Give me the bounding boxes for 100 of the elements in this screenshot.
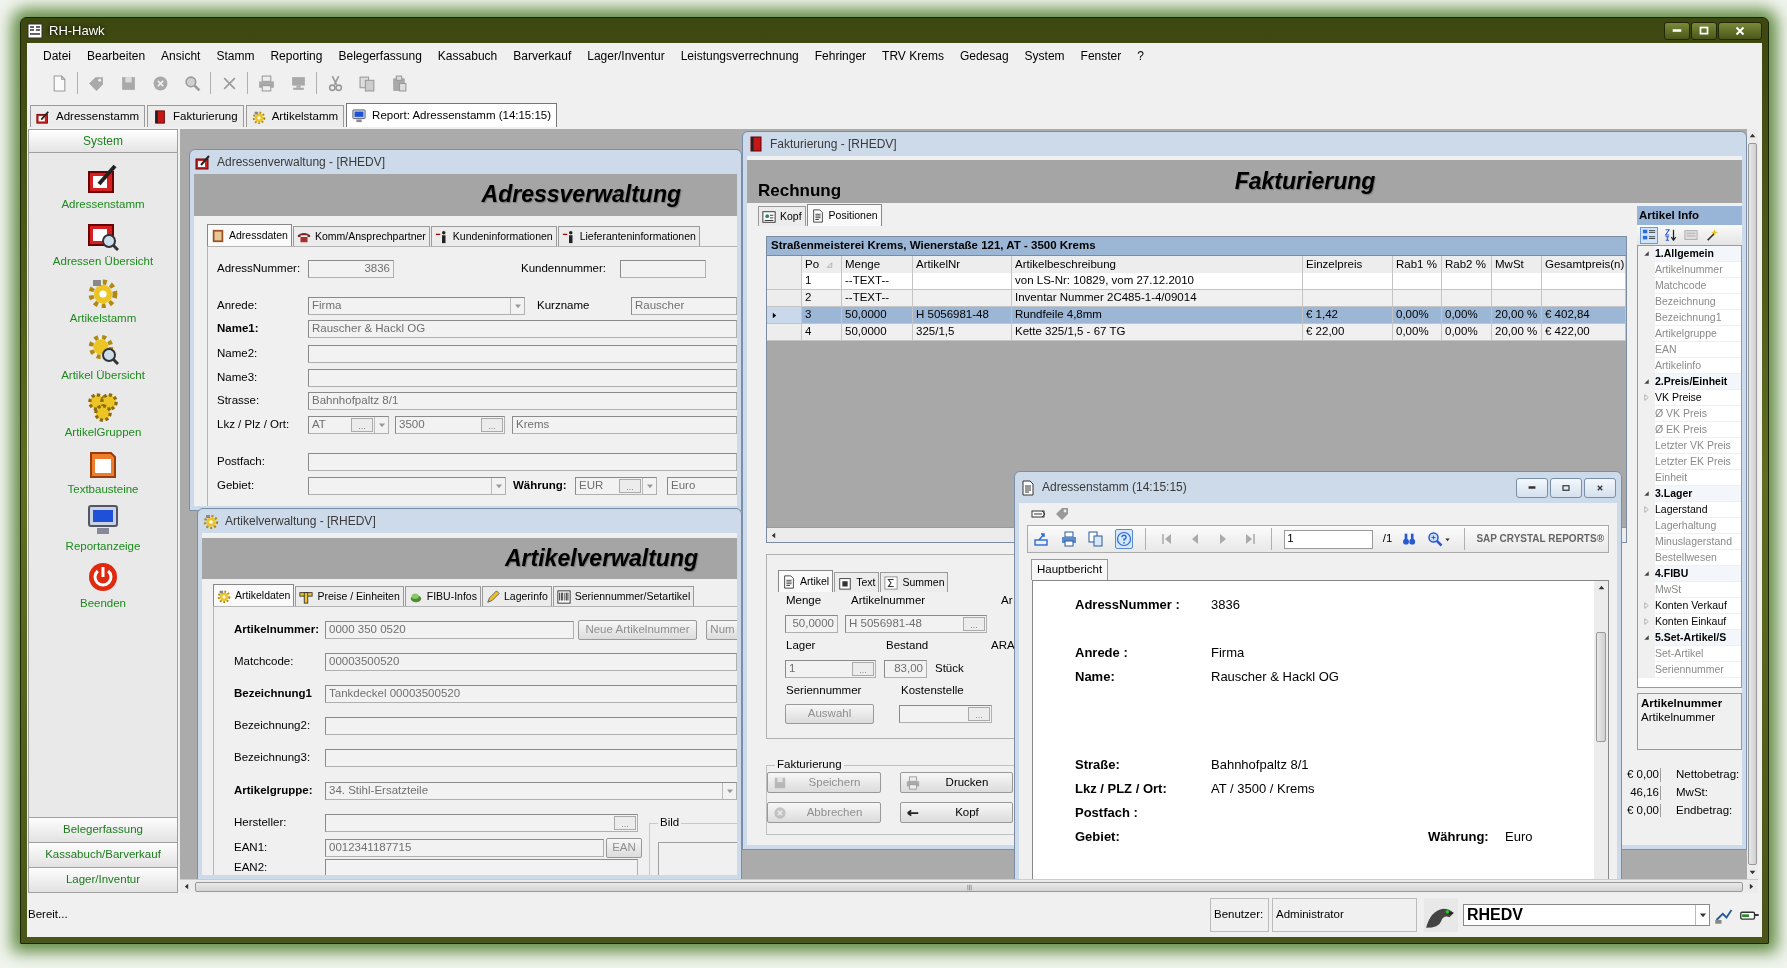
column-header[interactable]: Rab2 % xyxy=(1442,256,1492,274)
copy-icon[interactable] xyxy=(1088,531,1105,547)
text-field[interactable]: Krems xyxy=(512,416,737,434)
document-tab[interactable]: Report: Adressenstamm (14:15:15) xyxy=(346,103,558,127)
menu-item[interactable]: Kassabuch xyxy=(429,48,506,64)
scroll-thumb[interactable] xyxy=(1596,632,1606,742)
menu-item[interactable]: Fehringer xyxy=(806,48,875,64)
browse-button[interactable]: ... xyxy=(619,479,641,493)
text-field[interactable]: Rauscher xyxy=(631,297,737,315)
tree-item[interactable]: Seriennummer xyxy=(1638,662,1741,678)
action-button[interactable]: Kopf xyxy=(900,802,1013,823)
lookup-field[interactable]: H 5056981-48 ... xyxy=(845,615,987,633)
text-field[interactable] xyxy=(325,859,638,875)
monitor-icon[interactable] xyxy=(289,74,307,92)
tab[interactable]: Summen xyxy=(880,572,949,592)
minimize-button[interactable] xyxy=(1516,477,1548,498)
tag-icon[interactable] xyxy=(1055,506,1071,522)
text-field[interactable] xyxy=(308,453,737,471)
text-field[interactable]: Bahnhofpaltz 8/1 xyxy=(308,392,737,410)
column-header[interactable]: Artikelbeschreibung xyxy=(1012,256,1303,274)
tree-category[interactable]: 5.Set-Artikel/S xyxy=(1638,630,1741,646)
sidebar-item[interactable]: Textbausteine xyxy=(67,447,139,504)
copy-icon[interactable] xyxy=(358,74,376,92)
tree-item[interactable]: Ø VK Preis xyxy=(1638,406,1741,422)
tree-item[interactable]: MwSt xyxy=(1638,582,1741,598)
tree-item[interactable]: Artikelnummer xyxy=(1638,262,1741,278)
restore-button[interactable] xyxy=(1550,477,1582,498)
text-field[interactable]: Euro xyxy=(667,477,737,495)
sidebar-group-button[interactable]: Kassabuch/Barverkauf xyxy=(29,842,177,867)
printer-icon[interactable] xyxy=(257,74,275,92)
sidebar-item[interactable]: Artikelstamm xyxy=(69,276,137,333)
tree-item[interactable]: Bezeichnung1 xyxy=(1638,310,1741,326)
tree-item[interactable]: Letzter EK Preis xyxy=(1638,454,1741,470)
row-header[interactable] xyxy=(767,324,802,341)
vertical-scrollbar[interactable] xyxy=(1747,129,1758,879)
search-icon[interactable] xyxy=(183,74,201,92)
tree-category[interactable]: 1.Allgemein xyxy=(1638,246,1741,262)
browse-button[interactable]: ... xyxy=(963,617,985,631)
tree-item[interactable]: Matchcode xyxy=(1638,278,1741,294)
row-header[interactable] xyxy=(767,307,802,324)
tree-category[interactable]: 3.Lager xyxy=(1638,486,1741,502)
zoom-icon[interactable] xyxy=(1426,531,1443,547)
scroll-thumb[interactable] xyxy=(195,881,1743,892)
report-tab[interactable]: Hauptbericht xyxy=(1031,559,1109,580)
tree-item[interactable]: Artikelgruppe xyxy=(1638,326,1741,342)
combo-box[interactable]: 34. Stihl-Ersatzteile xyxy=(325,782,737,800)
text-field[interactable] xyxy=(308,369,737,387)
tab[interactable]: Text xyxy=(834,572,880,592)
lookup-field[interactable]: ... xyxy=(325,814,638,832)
document-tab[interactable]: Artikelstamm xyxy=(245,105,345,127)
menu-item[interactable]: Datei xyxy=(35,48,79,64)
scissors-icon[interactable] xyxy=(326,74,344,92)
tree-item[interactable]: VK Preise xyxy=(1638,390,1741,406)
maximize-button[interactable] xyxy=(1691,21,1717,40)
browse-button[interactable]: ... xyxy=(351,418,373,432)
browse-button[interactable]: ... xyxy=(614,816,636,830)
sidebar-header[interactable]: System xyxy=(29,130,177,153)
tab[interactable]: Artikel xyxy=(778,570,834,592)
tab[interactable]: Preise / Einheiten xyxy=(295,586,404,606)
tree-item[interactable]: Bezeichnung xyxy=(1638,294,1741,310)
text-field[interactable]: 0000 350 0520 xyxy=(325,621,574,639)
combo-box[interactable]: Firma xyxy=(308,297,525,315)
cancel-icon[interactable] xyxy=(151,74,169,92)
lookup-field[interactable]: ... xyxy=(899,705,992,723)
text-field[interactable]: 50,0000 xyxy=(785,615,838,633)
tab[interactable]: Lagerinfo xyxy=(481,586,552,606)
vertical-scrollbar[interactable] xyxy=(1594,581,1608,879)
column-header[interactable]: MwSt xyxy=(1492,256,1542,274)
tab[interactable]: Lieferanteninformationen xyxy=(557,226,700,246)
tree-item[interactable]: EAN xyxy=(1638,342,1741,358)
row-header[interactable] xyxy=(767,273,802,290)
close-button[interactable] xyxy=(1718,21,1762,40)
text-field[interactable]: Rauscher & Hackl OG xyxy=(308,320,737,338)
sidebar-group-button[interactable]: Lager/Inventur xyxy=(29,867,177,892)
sidebar-group-button[interactable]: Belegerfassung xyxy=(29,817,177,842)
scroll-thumb[interactable] xyxy=(1748,143,1757,865)
tab[interactable]: FIBU-Infos xyxy=(404,586,481,606)
text-field[interactable]: 00003500520 xyxy=(325,653,737,671)
tab[interactable]: Seriennummer/Setartikel xyxy=(552,586,695,606)
sidebar-item[interactable]: ArtikelGruppen xyxy=(64,390,142,447)
lookup-field[interactable]: 1 ... xyxy=(785,660,876,678)
menu-item[interactable]: Reporting xyxy=(262,48,331,64)
row-header[interactable] xyxy=(767,290,802,307)
page-field[interactable]: 1 xyxy=(1284,529,1373,549)
text-field[interactable]: 83,00 xyxy=(884,660,927,678)
column-header[interactable]: Gesamtpreis(n) xyxy=(1542,256,1626,274)
categorized-icon[interactable] xyxy=(1642,228,1656,242)
text-field[interactable] xyxy=(325,717,737,735)
property-pages-icon[interactable] xyxy=(1684,228,1698,242)
menu-item[interactable]: Belegerfassung xyxy=(330,48,430,64)
tag-icon[interactable] xyxy=(87,74,105,92)
text-field[interactable] xyxy=(325,749,737,767)
tab[interactable]: Kopf xyxy=(758,206,806,226)
browse-button[interactable]: ... xyxy=(481,418,503,432)
text-field[interactable]: 0012341187715 xyxy=(325,839,604,857)
printer-icon[interactable] xyxy=(1060,531,1077,547)
document-tab[interactable]: Fakturierung xyxy=(147,105,244,127)
horizontal-scrollbar[interactable] xyxy=(180,879,1758,893)
menu-item[interactable]: Bearbeiten xyxy=(79,48,154,64)
tree-category[interactable]: 2.Preis/Einheit xyxy=(1638,374,1741,390)
